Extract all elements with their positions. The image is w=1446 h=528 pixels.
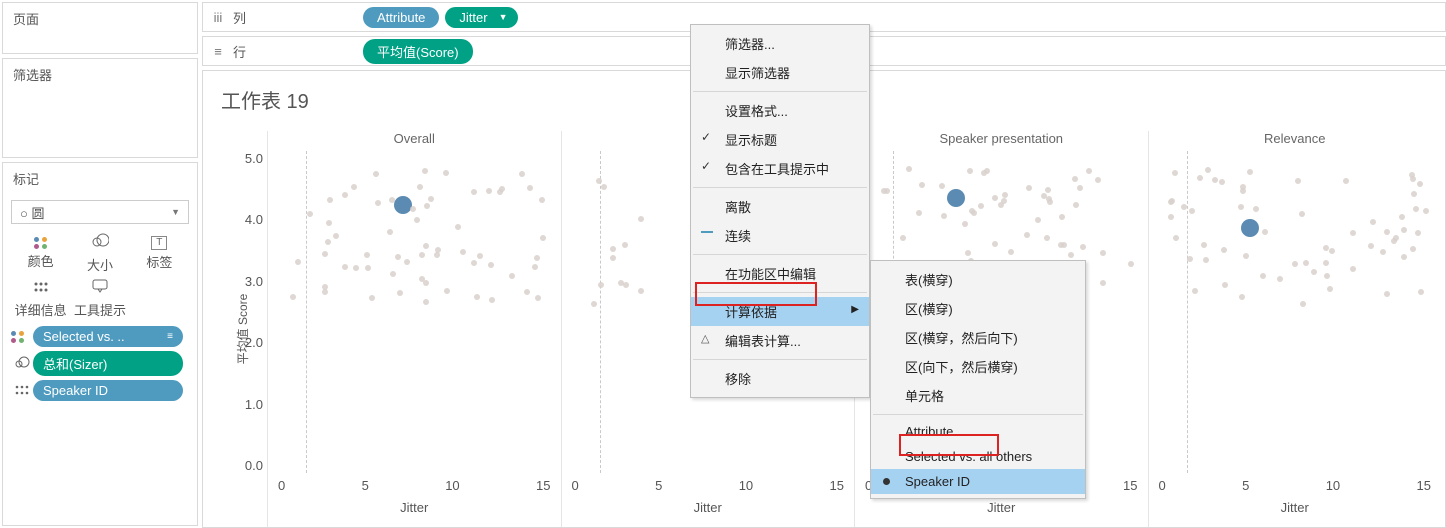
mark-type-dropdown[interactable]: ○ 圆 ▼ (11, 200, 189, 224)
mark-pill-speaker[interactable]: Speaker ID (11, 380, 189, 401)
menu-filter[interactable]: 筛选器... (691, 29, 869, 58)
pill-context-menu[interactable]: 筛选器... 显示筛选器 设置格式... ✓显示标题 ✓包含在工具提示中 离散 … (690, 24, 870, 398)
pages-label: 页面 (3, 3, 197, 34)
y-axis: 平均值 Score 5.0 4.0 3.0 2.0 1.0 0.0 (217, 131, 267, 527)
mark-pill-selected[interactable]: Selected vs. ..≡ (11, 326, 189, 347)
mark-pill-sizer[interactable]: 总和(Sizer) (11, 351, 189, 376)
filters-label: 筛选器 (3, 59, 197, 90)
continuous-icon (701, 231, 713, 233)
menu-show-header[interactable]: ✓显示标题 (691, 125, 869, 154)
pill-jitter[interactable]: Jitter▼ (445, 7, 517, 28)
marks-color-button[interactable]: 颜色 (11, 230, 70, 276)
size-icon (11, 355, 33, 372)
submenu-speaker-id[interactable]: Speaker ID (871, 469, 1085, 494)
submenu-cell[interactable]: 单元格 (871, 381, 1085, 410)
compute-using-submenu[interactable]: 表(横穿) 区(横穿) 区(横穿，然后向下) 区(向下，然后横穿) 单元格 At… (870, 260, 1086, 499)
marks-detail-button[interactable]: 详细信息 (11, 276, 70, 322)
bullet-icon (883, 478, 890, 485)
marks-size-button[interactable]: 大小 (70, 230, 129, 276)
color-icon (11, 331, 33, 343)
menu-compute-using[interactable]: 计算依据▶ (691, 297, 869, 326)
detail-icon (33, 280, 49, 298)
check-icon: ✓ (701, 159, 711, 173)
menu-include-tooltip[interactable]: ✓包含在工具提示中 (691, 154, 869, 183)
submenu-pane-across[interactable]: 区(横穿) (871, 294, 1085, 323)
rows-label: 行 (233, 42, 363, 61)
menu-continuous[interactable]: 连续 (691, 221, 869, 250)
menu-edit-table-calc[interactable]: △编辑表计算... (691, 326, 869, 355)
mark-type-value: ○ 圆 (20, 203, 44, 222)
menu-edit-in-shelf[interactable]: 在功能区中编辑 (691, 259, 869, 288)
submenu-selected-vs[interactable]: Selected vs. all others (871, 444, 1085, 469)
pill-attribute[interactable]: Attribute (363, 7, 439, 28)
columns-icon: iii (203, 10, 233, 25)
color-icon (34, 237, 48, 249)
submenu-table-across[interactable]: 表(横穿) (871, 265, 1085, 294)
marks-tooltip-button[interactable]: 工具提示 (70, 276, 129, 322)
chevron-right-icon: ▶ (851, 304, 859, 315)
check-icon: ✓ (701, 130, 711, 144)
pages-shelf[interactable]: 页面 (2, 2, 198, 54)
marks-label: 标记 (3, 163, 197, 194)
tooltip-icon (92, 279, 108, 298)
submenu-attribute[interactable]: Attribute (871, 419, 1085, 444)
chevron-down-icon: ▼ (171, 207, 180, 217)
facet-overall: Overall 051015 Jitter (267, 131, 561, 527)
menu-format[interactable]: 设置格式... (691, 96, 869, 125)
pill-avg-score[interactable]: 平均值(Score) (363, 39, 473, 64)
rows-icon: ≡ (203, 44, 233, 59)
detail-icon (11, 384, 33, 398)
delta-icon: △ (701, 332, 709, 345)
submenu-pane-down-across[interactable]: 区(向下，然后横穿) (871, 352, 1085, 381)
filters-shelf[interactable]: 筛选器 (2, 58, 198, 158)
facet-relevance: Relevance 051015 Jitter (1148, 131, 1442, 527)
size-icon (91, 232, 109, 253)
marks-label-button[interactable]: T 标签 (130, 230, 189, 276)
menu-discrete[interactable]: 离散 (691, 192, 869, 221)
chevron-down-icon: ▼ (499, 12, 508, 22)
marks-card: 标记 ○ 圆 ▼ 颜色 大小 T (2, 162, 198, 526)
menu-show-filter[interactable]: 显示筛选器 (691, 58, 869, 87)
menu-remove[interactable]: 移除 (691, 364, 869, 393)
submenu-pane-across-down[interactable]: 区(横穿，然后向下) (871, 323, 1085, 352)
columns-label: 列 (233, 8, 363, 27)
label-icon: T (151, 236, 167, 250)
